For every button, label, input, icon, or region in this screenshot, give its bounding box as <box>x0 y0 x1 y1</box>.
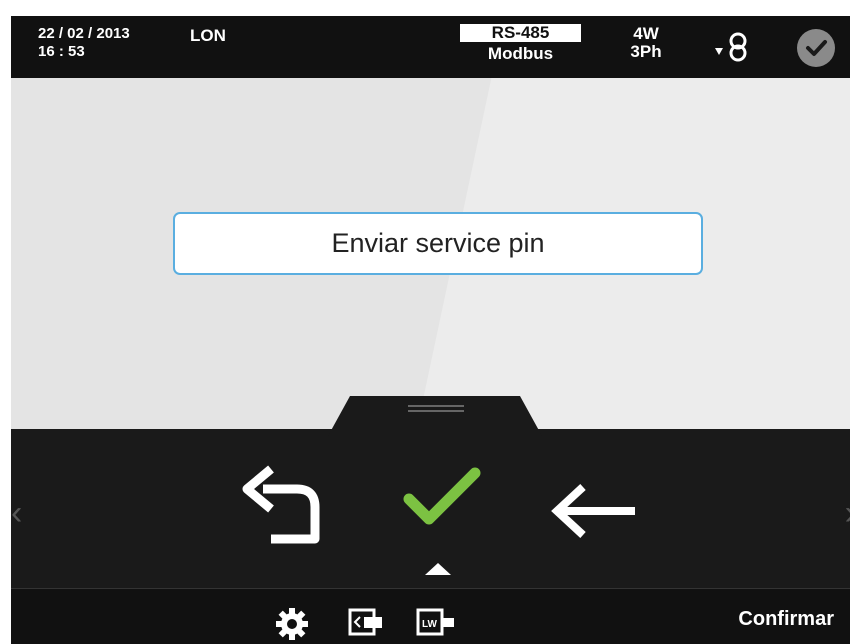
wiring-wires: 4W <box>633 24 659 43</box>
time-text: 16 : 53 <box>38 43 85 60</box>
comm-bus-label: RS-485 <box>460 24 581 42</box>
wiring-phases: 3Ph <box>630 42 662 61</box>
grip-line <box>408 405 464 407</box>
panel-handle[interactable] <box>328 396 542 436</box>
gear-icon[interactable] <box>275 607 309 644</box>
datetime: 22 / 02 / 2013 16 : 53 <box>38 25 130 61</box>
current-transformer-icon <box>711 30 753 69</box>
next-nav[interactable]: › <box>845 494 850 533</box>
send-service-pin-button[interactable]: Enviar service pin <box>173 212 703 275</box>
confirm-label[interactable]: Confirmar <box>738 608 834 631</box>
device-screen: 22 / 02 / 2013 16 : 53 LON RS-485 Modbus… <box>11 16 850 644</box>
lw-icon[interactable]: LW <box>416 608 458 643</box>
comm-protocol-label: Modbus <box>487 44 554 63</box>
svg-text:LW: LW <box>422 619 438 630</box>
previous-nav[interactable]: ‹ <box>11 494 22 533</box>
date-text: 22 / 02 / 2013 <box>38 25 130 42</box>
expand-up-icon[interactable] <box>425 563 451 575</box>
grip-line <box>408 410 464 412</box>
status-bar: 22 / 02 / 2013 16 : 53 LON RS-485 Modbus… <box>11 16 850 78</box>
wiring-indicator: 4W 3Ph <box>611 25 681 61</box>
bottom-bar: LW Confirmar <box>11 588 850 644</box>
protocol-label: LON <box>190 26 226 45</box>
left-arrow-icon[interactable] <box>547 481 639 546</box>
checkmark-icon[interactable] <box>399 465 485 540</box>
control-bar: ‹ › <box>11 429 850 587</box>
return-icon[interactable] <box>237 461 321 556</box>
main-area: Enviar service pin <box>11 78 850 429</box>
check-circle-icon <box>797 29 835 67</box>
screen-switch-icon[interactable] <box>348 608 384 643</box>
